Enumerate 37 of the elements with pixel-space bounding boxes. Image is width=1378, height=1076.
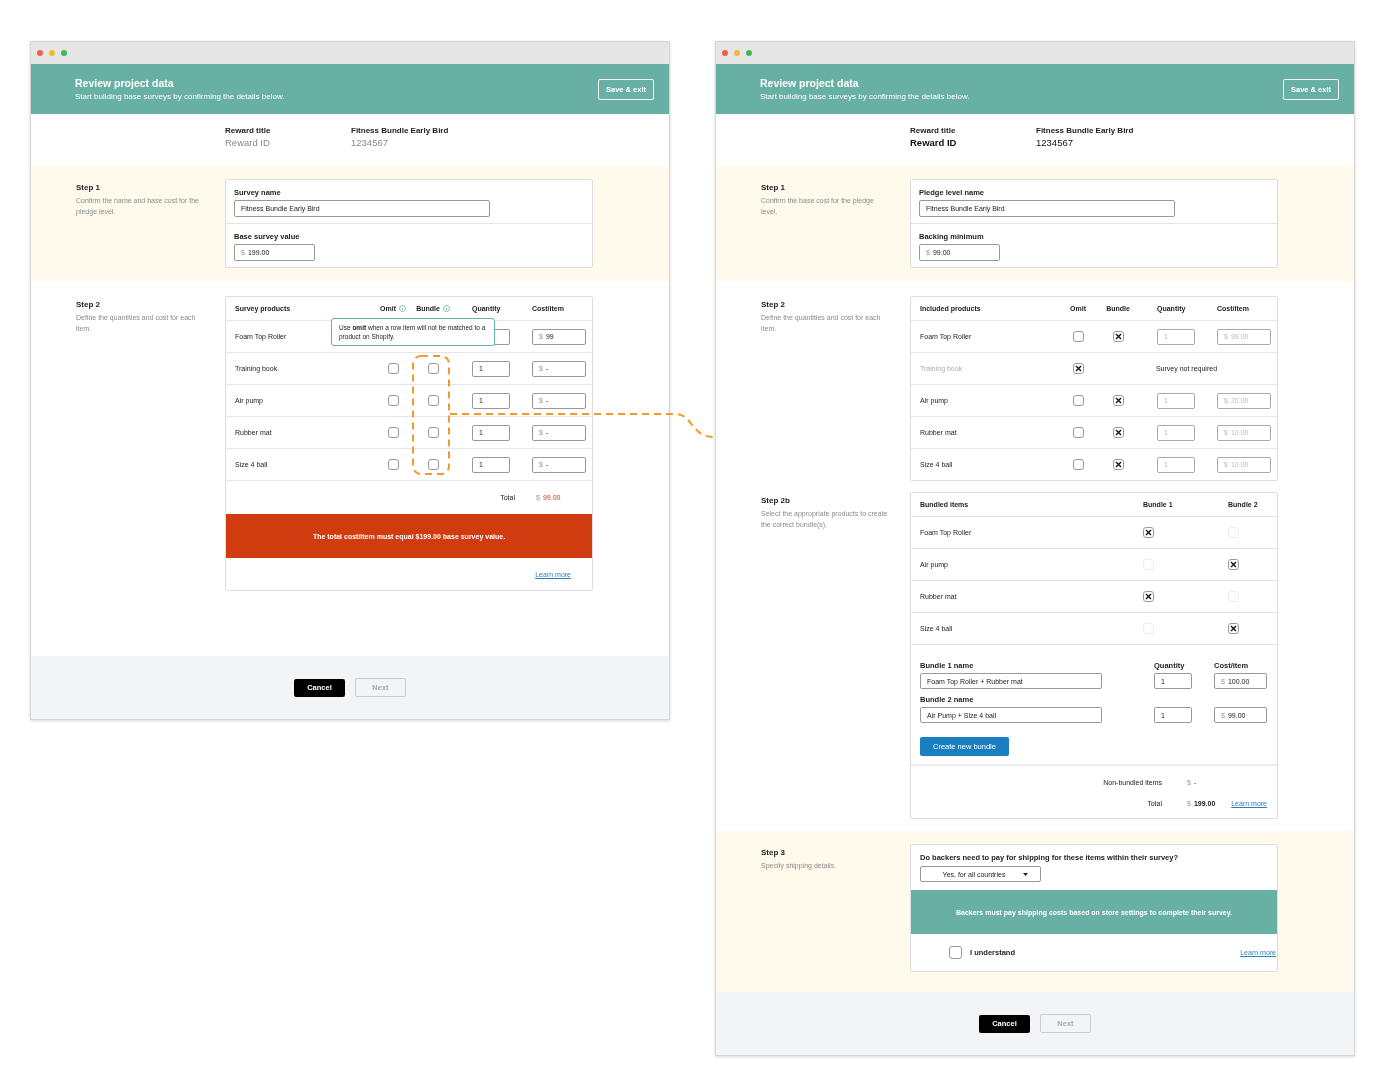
caret-icon — [1023, 872, 1029, 876]
step-title: Step 2b — [761, 496, 791, 505]
checkbox[interactable] — [427, 395, 439, 406]
checkbox[interactable] — [1228, 559, 1239, 570]
window-controls-icon[interactable] — [37, 50, 67, 56]
step-title: Step 1 — [76, 183, 101, 192]
reward-title-label: Reward title — [225, 126, 272, 135]
info-icon[interactable] — [398, 305, 406, 312]
checkbox[interactable] — [387, 395, 399, 406]
checkbox[interactable] — [387, 427, 399, 438]
page-title: Review project data — [75, 77, 175, 89]
step-title: Step 2 — [76, 300, 101, 309]
checkbox[interactable] — [427, 427, 439, 438]
reward-title-label: Reward title — [910, 126, 957, 135]
reward-title-value: Fitness Bundle Early Bird — [1036, 126, 1135, 135]
step-title: Step 3 — [761, 848, 786, 857]
window-controls-icon[interactable] — [722, 50, 752, 56]
checkbox[interactable] — [949, 946, 962, 959]
reward-id-value: 1234567 — [351, 137, 389, 148]
checkbox[interactable] — [427, 459, 439, 470]
step-title: Step 2 — [761, 300, 786, 309]
checkbox[interactable] — [387, 363, 399, 374]
page-subtitle: Start building base surveys by confirming the details below. — [75, 92, 285, 101]
checkbox[interactable] — [387, 459, 399, 470]
page-title: Review project data — [760, 77, 860, 89]
reward-id-value: 1234567 — [1036, 137, 1074, 148]
checkbox[interactable] — [1072, 363, 1084, 374]
reward-id-label: Reward ID — [910, 137, 958, 148]
checkbox[interactable] — [1228, 623, 1239, 634]
checkbox[interactable] — [427, 363, 439, 374]
reward-title-value: Fitness Bundle Early Bird — [351, 126, 450, 135]
step-title: Step 1 — [761, 183, 786, 192]
page-subtitle: Start building base surveys by confirming the details below. — [760, 92, 970, 101]
checkbox[interactable] — [1143, 591, 1154, 602]
reward-id-label: Reward ID — [225, 137, 271, 148]
checkbox[interactable] — [1143, 527, 1154, 538]
info-icon[interactable] — [442, 305, 450, 312]
